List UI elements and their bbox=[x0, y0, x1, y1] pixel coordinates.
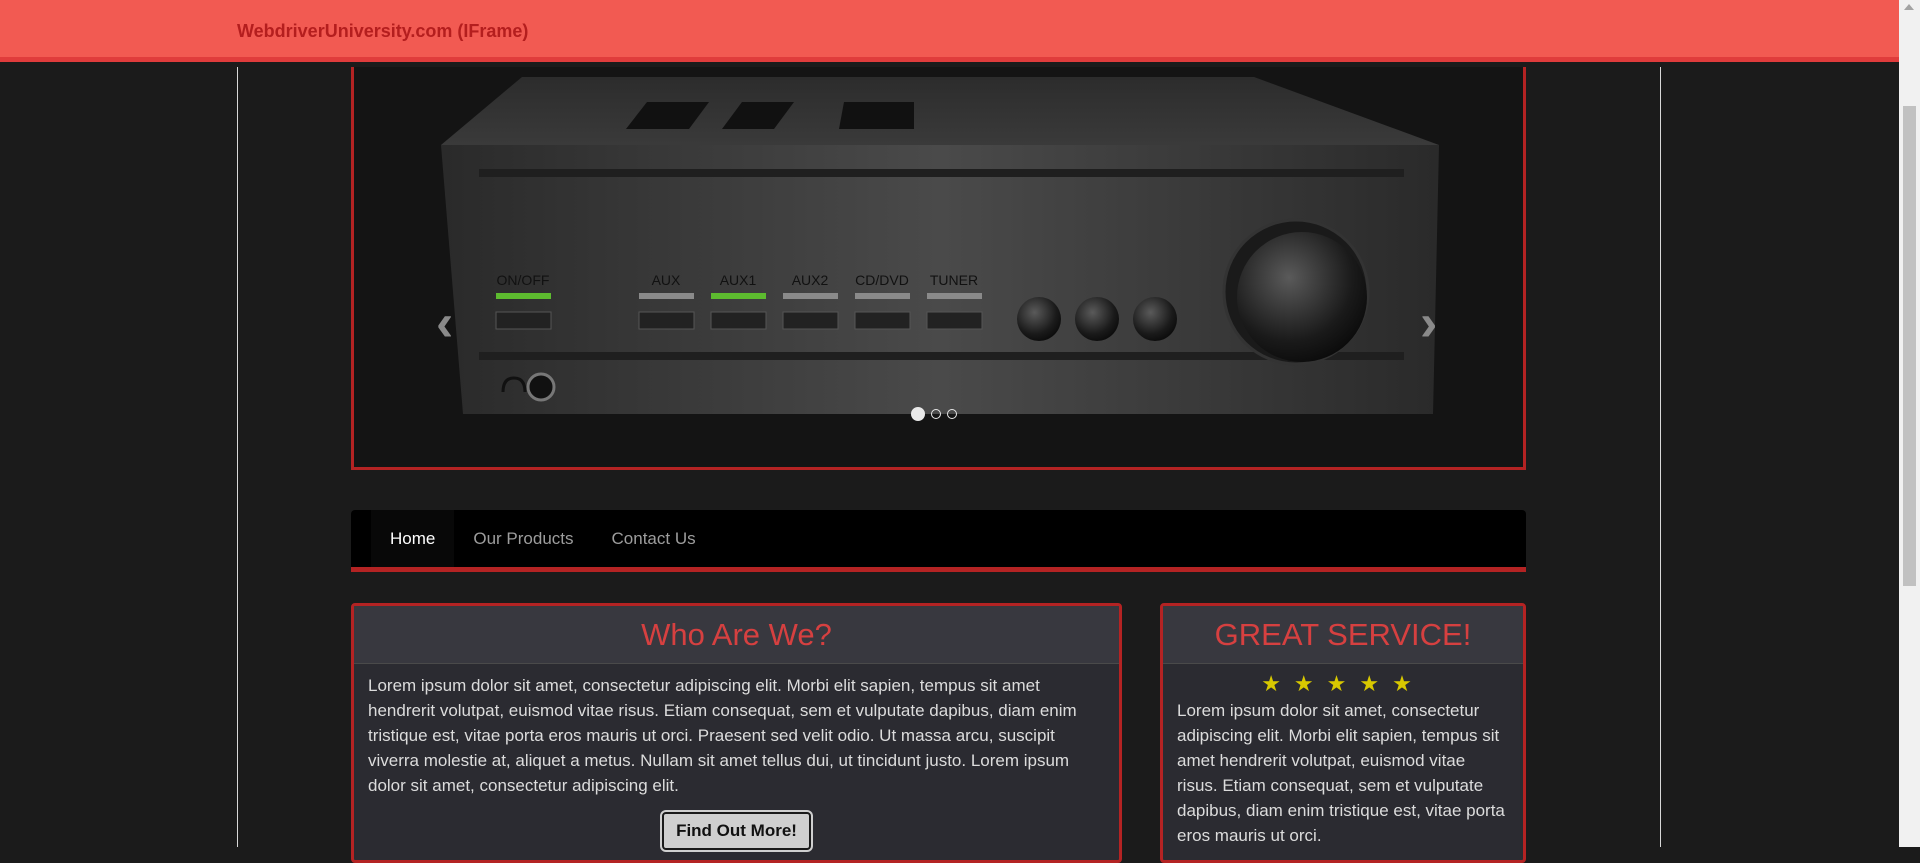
header-bar: WebdriverUniversity.com (IFrame) bbox=[0, 0, 1899, 62]
main-nav: Home Our Products Contact Us bbox=[351, 510, 1526, 572]
carousel-indicator-2[interactable] bbox=[931, 409, 941, 419]
nav-item-contact-us[interactable]: Contact Us bbox=[593, 510, 715, 567]
chevron-right-icon[interactable]: › bbox=[1420, 297, 1437, 349]
frame-border-right bbox=[1660, 67, 1661, 847]
page-scrollbar[interactable] bbox=[1899, 0, 1920, 847]
amp-label-cddvd: CD/DVD bbox=[855, 272, 909, 288]
carousel-indicator-1[interactable] bbox=[911, 407, 925, 421]
great-service-title: GREAT SERVICE! bbox=[1163, 606, 1523, 664]
great-service-panel: GREAT SERVICE! ★★★★★ Lorem ipsum dolor s… bbox=[1160, 603, 1526, 863]
find-out-more-button[interactable]: Find Out More! bbox=[662, 812, 811, 850]
star-rating: ★★★★★ bbox=[1261, 671, 1425, 696]
who-are-we-title: Who Are We? bbox=[354, 606, 1119, 664]
chevron-left-icon[interactable]: ‹ bbox=[436, 297, 453, 349]
amp-label-aux1: AUX1 bbox=[720, 272, 757, 288]
amp-label-aux: AUX bbox=[652, 272, 681, 288]
nav-item-our-products[interactable]: Our Products bbox=[454, 510, 592, 567]
amp-label-onoff: ON/OFF bbox=[497, 272, 550, 288]
who-are-we-panel: Who Are We? Lorem ipsum dolor sit amet, … bbox=[351, 603, 1122, 863]
scroll-up-icon[interactable] bbox=[1904, 4, 1914, 10]
amp-label-aux2: AUX2 bbox=[792, 272, 829, 288]
carousel: ON/OFF AUX AUX1 AUX2 CD/DVD TUNER ‹ › bbox=[351, 67, 1526, 470]
who-are-we-text: Lorem ipsum dolor sit amet, consectetur … bbox=[368, 676, 1077, 795]
scrollbar-thumb[interactable] bbox=[1903, 106, 1916, 586]
amp-label-tuner: TUNER bbox=[930, 272, 978, 288]
brand-link[interactable]: WebdriverUniversity.com (IFrame) bbox=[237, 21, 528, 42]
nav-item-home[interactable]: Home bbox=[371, 510, 455, 567]
carousel-indicator-3[interactable] bbox=[947, 409, 957, 419]
frame-border-left bbox=[237, 67, 238, 847]
great-service-text: Lorem ipsum dolor sit amet, consectetur … bbox=[1177, 701, 1505, 845]
carousel-indicators bbox=[911, 407, 957, 421]
amplifier-image: ON/OFF AUX AUX1 AUX2 CD/DVD TUNER bbox=[354, 67, 1523, 467]
